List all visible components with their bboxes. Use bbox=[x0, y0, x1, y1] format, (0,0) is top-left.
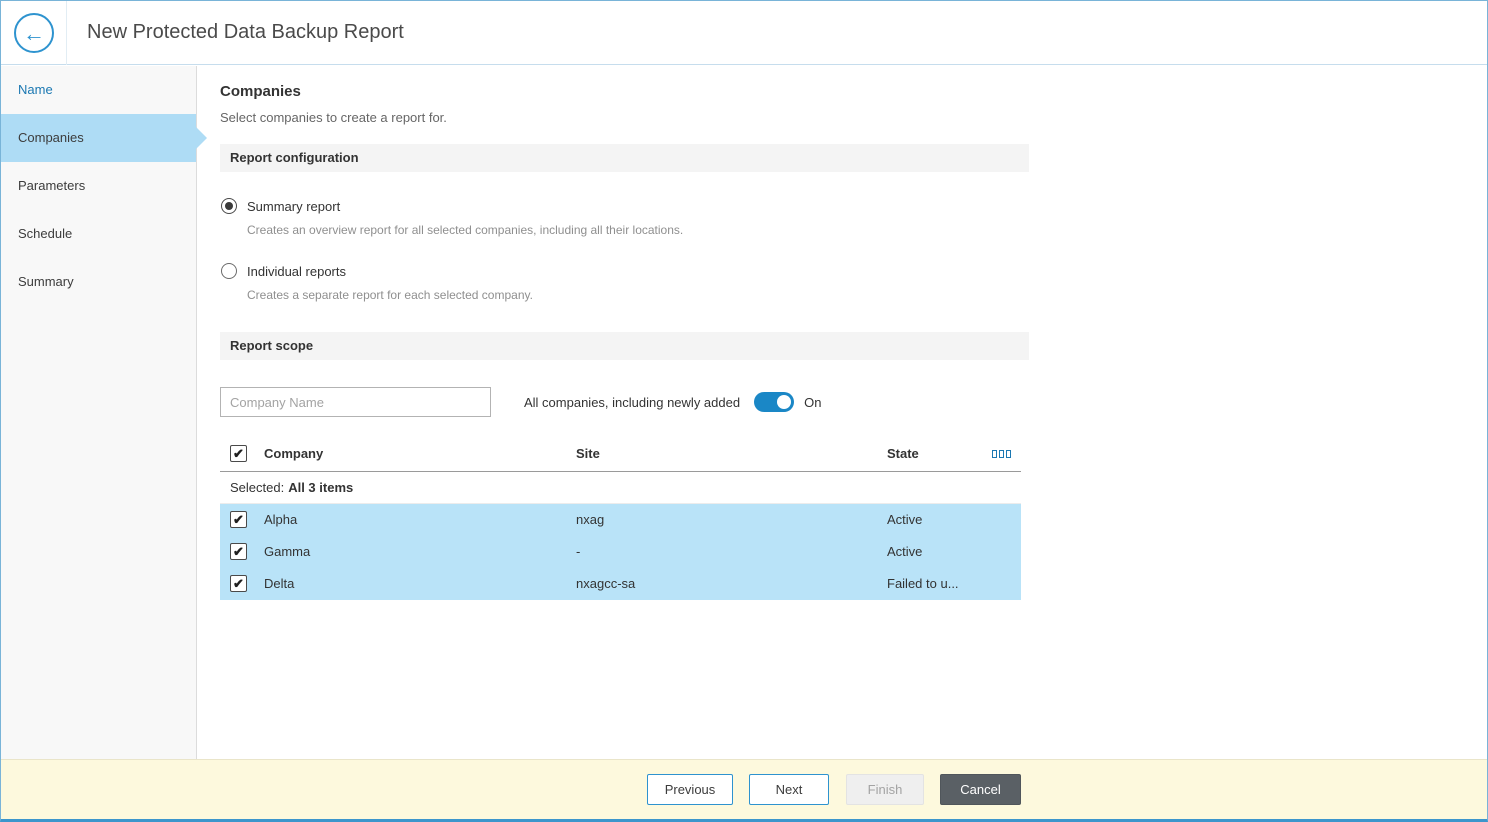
footer-buttons: Previous Next Finish Cancel bbox=[647, 774, 1021, 805]
radio-summary-report[interactable] bbox=[221, 198, 237, 214]
sidebar-item-companies[interactable]: Companies bbox=[1, 114, 207, 162]
section-report-scope: Report scope bbox=[220, 332, 1029, 360]
toggle-knob-icon bbox=[777, 395, 792, 409]
state-cell: Active bbox=[887, 544, 923, 559]
header-divider bbox=[66, 1, 67, 65]
company-name-filter-input[interactable] bbox=[220, 387, 491, 417]
wizard-steps-sidebar: Name Companies Parameters Schedule Summa… bbox=[1, 66, 207, 759]
column-header-site[interactable]: Site bbox=[576, 436, 600, 471]
row-checkbox[interactable]: ✔ bbox=[230, 543, 247, 560]
radio-summary-report-label[interactable]: Summary report bbox=[247, 199, 340, 214]
next-button[interactable]: Next bbox=[749, 774, 829, 805]
check-icon: ✔ bbox=[233, 512, 244, 527]
radio-row-summary-report: Summary report bbox=[221, 198, 1487, 214]
table-header: ✔ Company Site State bbox=[220, 436, 1021, 472]
selection-summary: Selected: All 3 items bbox=[220, 472, 1021, 504]
select-all-checkbox[interactable]: ✔ bbox=[230, 445, 247, 462]
content-title: Companies bbox=[220, 83, 301, 100]
back-button[interactable]: ← bbox=[14, 13, 54, 53]
sidebar-item-parameters[interactable]: Parameters bbox=[1, 162, 196, 210]
step-label: Companies bbox=[18, 130, 84, 145]
table-row[interactable]: ✔ Gamma - Active bbox=[220, 536, 1021, 568]
all-companies-toggle-label: All companies, including newly added bbox=[524, 394, 741, 410]
previous-button[interactable]: Previous bbox=[647, 774, 733, 805]
step-label: Schedule bbox=[18, 226, 73, 241]
sidebar-item-summary[interactable]: Summary bbox=[1, 258, 196, 306]
table-row[interactable]: ✔ Alpha nxag Active bbox=[220, 504, 1021, 536]
row-checkbox[interactable]: ✔ bbox=[230, 575, 247, 592]
state-cell: Failed to u... bbox=[887, 576, 959, 591]
check-icon: ✔ bbox=[233, 544, 244, 559]
cancel-button[interactable]: Cancel bbox=[940, 774, 1021, 805]
selected-count: All 3 items bbox=[288, 480, 354, 495]
filter-row: All companies, including newly added On bbox=[220, 387, 1487, 417]
main-content: Companies Select companies to create a r… bbox=[198, 66, 1487, 759]
radio-individual-reports[interactable] bbox=[221, 263, 237, 279]
arrow-left-icon: ← bbox=[23, 20, 45, 46]
footer-bar: Previous Next Finish Cancel bbox=[1, 759, 1487, 819]
toggle-state-text: On bbox=[804, 394, 822, 410]
table-row[interactable]: ✔ Delta nxagcc-sa Failed to u... bbox=[220, 568, 1021, 600]
all-companies-toggle[interactable] bbox=[754, 392, 795, 412]
site-cell: nxag bbox=[576, 512, 605, 527]
row-checkbox[interactable]: ✔ bbox=[230, 511, 247, 528]
state-cell: Active bbox=[887, 512, 923, 527]
sidebar-item-schedule[interactable]: Schedule bbox=[1, 210, 196, 258]
section-report-configuration: Report configuration bbox=[220, 144, 1029, 172]
finish-button: Finish bbox=[846, 774, 924, 805]
site-cell: - bbox=[576, 544, 581, 559]
selected-prefix: Selected: bbox=[230, 480, 285, 495]
company-cell: Gamma bbox=[264, 544, 311, 559]
company-cell: Delta bbox=[264, 576, 295, 591]
step-label: Summary bbox=[18, 274, 74, 289]
column-header-company[interactable]: Company bbox=[264, 436, 323, 471]
step-label: Name bbox=[18, 82, 53, 97]
radio-row-individual-reports: Individual reports bbox=[221, 263, 1487, 279]
check-icon: ✔ bbox=[233, 446, 244, 461]
column-header-state[interactable]: State bbox=[887, 436, 919, 471]
check-icon: ✔ bbox=[233, 576, 244, 591]
page-title: New Protected Data Backup Report bbox=[87, 21, 404, 43]
header: ← New Protected Data Backup Report bbox=[1, 1, 1487, 65]
wizard-window: ← New Protected Data Backup Report Name … bbox=[0, 0, 1488, 822]
content-subtitle: Select companies to create a report for. bbox=[220, 110, 447, 125]
radio-individual-reports-label[interactable]: Individual reports bbox=[247, 264, 346, 279]
company-cell: Alpha bbox=[264, 512, 298, 527]
step-label: Parameters bbox=[18, 178, 86, 193]
site-cell: nxagcc-sa bbox=[576, 576, 636, 591]
companies-table: ✔ Company Site State Selected: All 3 item… bbox=[220, 436, 1021, 600]
column-chooser-icon[interactable] bbox=[992, 450, 1011, 458]
summary-report-description: Creates an overview report for all selec… bbox=[247, 223, 684, 237]
sidebar-item-name[interactable]: Name bbox=[1, 66, 196, 114]
individual-reports-description: Creates a separate report for each selec… bbox=[247, 288, 533, 302]
